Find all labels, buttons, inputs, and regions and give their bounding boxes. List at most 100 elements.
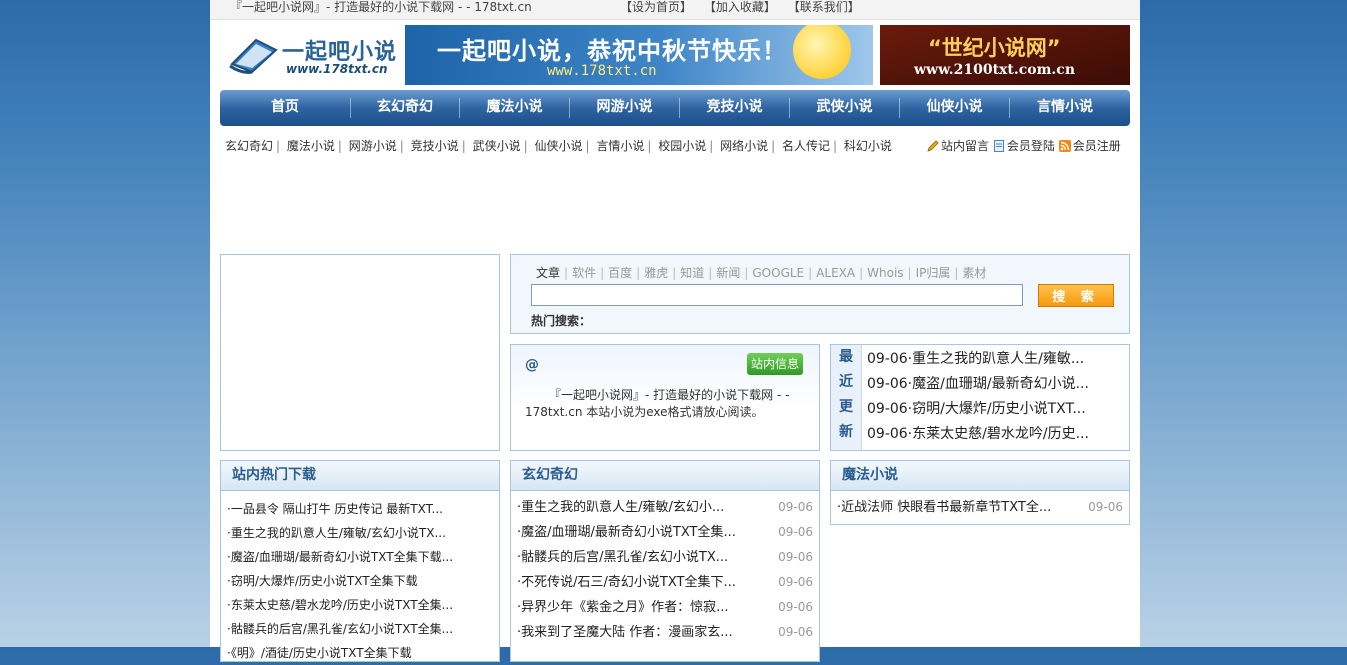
list-item-title[interactable]: ·东莱太史慈/碧水龙吟/历史小说TXT全集... <box>227 593 453 617</box>
mofa-title[interactable]: 魔法小说 <box>831 461 1129 491</box>
site-title: 『一起吧小说网』- 打造最好的小说下载网 - - 178txt.cn <box>230 0 532 14</box>
list-item[interactable]: ·我来到了圣魔大陆 作者：漫画家玄... 09-06 <box>511 620 819 645</box>
search-box: 文章 | 软件 | 百度 | 雅虎 | 知道 | 新闻 | GOOGLE | ALEXA | Whois | IP归… <box>510 254 1130 334</box>
search-tab[interactable]: 知道 <box>680 266 704 280</box>
site-info-badge: 站内信息 <box>747 353 803 375</box>
list-item[interactable]: ·魔盗/血珊瑚/最新奇幻小说TXT全集下载... <box>221 545 499 569</box>
list-item[interactable]: ·窃明/大爆炸/历史小说TXT全集下载 <box>221 569 499 593</box>
recent-label-char: 更 <box>839 399 853 415</box>
search-tab[interactable]: IP归属 <box>916 266 951 280</box>
search-tab-article[interactable]: 文章 <box>536 266 560 280</box>
recent-updates-box: 最 近 更 新 09-06·重生之我的趴意人生/雍敏... 09-06·魔盗/血… <box>830 344 1130 451</box>
rss-icon <box>1058 140 1071 152</box>
nav-mofa[interactable]: 魔法小说 <box>460 90 569 126</box>
nav-wuxia[interactable]: 武侠小说 <box>790 90 899 126</box>
list-item[interactable]: ·不死传说/石三/奇幻小说TXT全集下... 09-06 <box>511 570 819 595</box>
category-link[interactable]: 校园小说 <box>658 139 706 153</box>
list-item-date: 09-06 <box>778 525 813 539</box>
list-item-date: 09-06 <box>778 550 813 564</box>
nav-yanqing[interactable]: 言情小说 <box>1010 90 1120 126</box>
recent-update-item[interactable]: 09-06·魔盗/血珊瑚/最新奇幻小说... <box>867 372 1125 397</box>
category-link[interactable]: 网络小说 <box>720 139 768 153</box>
banner-headline: 一起吧小说，恭祝中秋节快乐！ <box>437 37 787 65</box>
hot-search-label: 热门搜索： <box>531 314 592 328</box>
category-link[interactable]: 网游小说 <box>349 139 397 153</box>
list-item[interactable]: ·重生之我的趴意人生/雍敏/玄幻小... 09-06 <box>511 495 819 520</box>
list-item-date: 09-06 <box>778 500 813 514</box>
recent-label-char: 近 <box>839 374 853 390</box>
category-link[interactable]: 名人传记 <box>782 139 830 153</box>
category-link[interactable]: 魔法小说 <box>287 139 335 153</box>
document-icon <box>993 140 1004 152</box>
search-tab[interactable]: 软件 <box>572 266 596 280</box>
search-button[interactable]: 搜 索 <box>1038 284 1114 307</box>
category-link[interactable]: 仙侠小说 <box>534 139 582 153</box>
category-link[interactable]: 玄幻奇幻 <box>225 139 273 153</box>
search-tab[interactable]: 百度 <box>608 266 632 280</box>
list-item-date: 09-06 <box>778 575 813 589</box>
list-item[interactable]: ·《明》/酒徒/历史小说TXT全集下载 <box>221 641 499 665</box>
list-item-title[interactable]: ·一品县令 隔山打牛 历史传记 最新TXT... <box>227 497 443 521</box>
list-item[interactable]: ·魔盗/血珊瑚/最新奇幻小说TXT全集... 09-06 <box>511 520 819 545</box>
category-link[interactable]: 科幻小说 <box>844 139 892 153</box>
login-link[interactable]: 会员登陆 <box>1007 139 1055 153</box>
list-item[interactable]: ·东莱太史慈/碧水龙吟/历史小说TXT全集... <box>221 593 499 617</box>
search-tab[interactable]: 素材 <box>962 266 986 280</box>
list-item[interactable]: ·骷髅兵的后宫/黑孔雀/玄幻小说TX... 09-06 <box>511 545 819 570</box>
list-item[interactable]: ·骷髅兵的后宫/黑孔雀/玄幻小说TXT全集... <box>221 617 499 641</box>
search-tab[interactable]: ALEXA <box>816 266 855 280</box>
nav-xianxia[interactable]: 仙侠小说 <box>900 90 1009 126</box>
category-link[interactable]: 武侠小说 <box>473 139 521 153</box>
xuanhuan-title[interactable]: 玄幻奇幻 <box>511 461 819 491</box>
list-item-title[interactable]: ·重生之我的趴意人生/雍敏/玄幻小... <box>517 495 724 520</box>
ad-placeholder <box>220 254 500 451</box>
recent-updates-label: 最 近 更 新 <box>831 345 862 450</box>
moon-icon <box>793 25 851 79</box>
recent-label-char: 新 <box>839 424 853 440</box>
list-item-title[interactable]: ·《明》/酒徒/历史小说TXT全集下载 <box>227 641 412 665</box>
recent-updates-list: 09-06·重生之我的趴意人生/雍敏... 09-06·魔盗/血珊瑚/最新奇幻小… <box>867 347 1125 447</box>
nav-jingji[interactable]: 竞技小说 <box>680 90 789 126</box>
page-container: 『一起吧小说网』- 打造最好的小说下载网 - - 178txt.cn 【设为首页… <box>210 0 1140 662</box>
search-tab[interactable]: 雅虎 <box>644 266 668 280</box>
list-item[interactable]: ·近战法师 快眼看书最新章节TXT全... 09-06 <box>831 495 1129 520</box>
list-item-date: 09-06 <box>778 625 813 639</box>
add-favorite-link[interactable]: 【加入收藏】 <box>704 0 776 14</box>
set-homepage-link[interactable]: 【设为首页】 <box>620 0 692 14</box>
list-item[interactable]: ·异界少年《紫金之月》作者：惊寂... 09-06 <box>511 595 819 620</box>
at-icon: @ <box>525 357 539 373</box>
list-item-title[interactable]: ·近战法师 快眼看书最新章节TXT全... <box>837 495 1051 520</box>
list-item-title[interactable]: ·窃明/大爆炸/历史小说TXT全集下载 <box>227 569 418 593</box>
nav-xuanhuan[interactable]: 玄幻奇幻 <box>351 90 459 126</box>
list-item-date: 09-06 <box>1088 500 1123 514</box>
recent-update-item[interactable]: 09-06·东莱太史慈/碧水龙吟/历史... <box>867 422 1125 447</box>
partner-banner[interactable]: “世纪小说网” www.2100txt.com.cn <box>880 25 1130 85</box>
guestbook-link[interactable]: 站内留言 <box>941 139 989 153</box>
list-item-title[interactable]: ·异界少年《紫金之月》作者：惊寂... <box>517 595 729 620</box>
category-link[interactable]: 竞技小说 <box>411 139 459 153</box>
site-info-box: @ 站内信息 『一起吧小说网』- 打造最好的小说下载网 - - 178txt.c… <box>510 344 820 451</box>
site-logo[interactable]: 一起吧小说 www.178txt.cn <box>228 30 398 80</box>
search-tab[interactable]: Whois <box>867 266 903 280</box>
search-input[interactable] <box>531 284 1023 306</box>
list-item-title[interactable]: ·骷髅兵的后宫/黑孔雀/玄幻小说TXT全集... <box>227 617 453 641</box>
nav-home[interactable]: 首页 <box>220 90 350 126</box>
list-item-title[interactable]: ·骷髅兵的后宫/黑孔雀/玄幻小说TX... <box>517 545 728 570</box>
register-link[interactable]: 会员注册 <box>1073 139 1121 153</box>
recent-update-item[interactable]: 09-06·重生之我的趴意人生/雍敏... <box>867 347 1125 372</box>
mid-autumn-banner[interactable]: 一起吧小说，恭祝中秋节快乐！ www.178txt.cn <box>405 25 873 85</box>
recent-update-item[interactable]: 09-06·窃明/大爆炸/历史小说TXT... <box>867 397 1125 422</box>
list-item[interactable]: ·重生之我的趴意人生/雍敏/玄幻小说TX... <box>221 521 499 545</box>
nav-wangyou[interactable]: 网游小说 <box>570 90 679 126</box>
category-link[interactable]: 言情小说 <box>596 139 644 153</box>
list-item-title[interactable]: ·魔盗/血珊瑚/最新奇幻小说TXT全集下载... <box>227 545 453 569</box>
site-info-description: 『一起吧小说网』- 打造最好的小说下载网 - - 178txt.cn 本站小说为… <box>525 388 790 419</box>
list-item-title[interactable]: ·不死传说/石三/奇幻小说TXT全集下... <box>517 570 736 595</box>
list-item-title[interactable]: ·魔盗/血珊瑚/最新奇幻小说TXT全集... <box>517 520 736 545</box>
search-tab[interactable]: GOOGLE <box>752 266 804 280</box>
list-item-title[interactable]: ·重生之我的趴意人生/雍敏/玄幻小说TX... <box>227 521 446 545</box>
list-item[interactable]: ·一品县令 隔山打牛 历史传记 最新TXT... <box>221 497 499 521</box>
contact-us-link[interactable]: 【联系我们】 <box>788 0 860 14</box>
list-item-title[interactable]: ·我来到了圣魔大陆 作者：漫画家玄... <box>517 620 733 645</box>
search-tab[interactable]: 新闻 <box>716 266 740 280</box>
